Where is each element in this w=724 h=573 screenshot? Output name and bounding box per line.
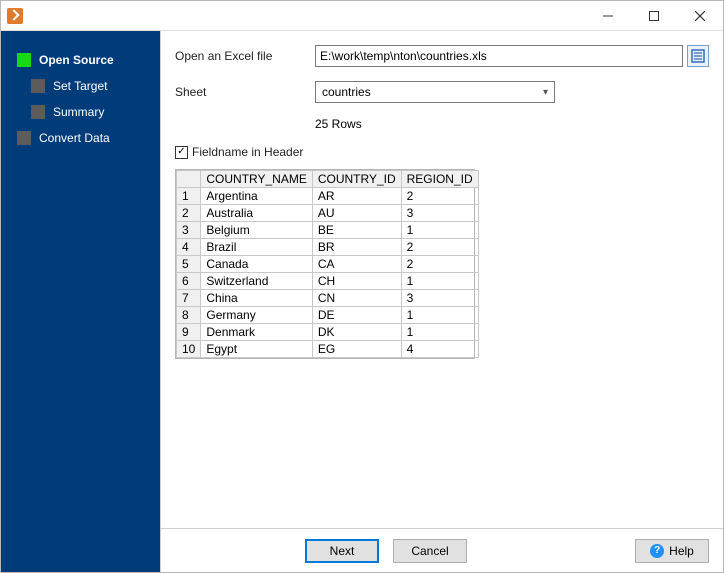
table-cell: CH — [312, 273, 401, 290]
open-file-label: Open an Excel file — [175, 49, 315, 63]
row-number: 9 — [177, 324, 201, 341]
help-button[interactable]: ? Help — [635, 539, 709, 563]
fieldname-checkbox-label: Fieldname in Header — [192, 145, 303, 159]
table-cell: Germany — [201, 307, 312, 324]
col-header[interactable]: REGION_ID — [401, 171, 478, 188]
sidebar-item-label: Open Source — [39, 53, 114, 67]
table-cell: Brazil — [201, 239, 312, 256]
step-icon — [17, 53, 31, 67]
sheet-label: Sheet — [175, 85, 315, 99]
row-number: 8 — [177, 307, 201, 324]
file-path-input[interactable] — [315, 45, 683, 67]
col-header[interactable]: COUNTRY_ID — [312, 171, 401, 188]
sidebar-item-label: Summary — [53, 105, 104, 119]
wizard-sidebar: Open Source Set Target Summary Convert D… — [1, 31, 160, 572]
maximize-button[interactable] — [631, 1, 677, 31]
table-cell: DK — [312, 324, 401, 341]
app-window: Open Source Set Target Summary Convert D… — [0, 0, 724, 573]
table-cell: 3 — [401, 205, 478, 222]
table-cell: 1 — [401, 273, 478, 290]
table-cell: Argentina — [201, 188, 312, 205]
table-cell: CA — [312, 256, 401, 273]
col-header[interactable]: COUNTRY_NAME — [201, 171, 312, 188]
sidebar-item-label: Convert Data — [39, 131, 110, 145]
row-number: 6 — [177, 273, 201, 290]
table-cell: 2 — [401, 256, 478, 273]
sheet-select-value: countries — [322, 85, 371, 99]
sidebar-item-label: Set Target — [53, 79, 107, 93]
table-cell: AU — [312, 205, 401, 222]
step-icon — [17, 131, 31, 145]
table-row[interactable]: 1ArgentinaAR2 — [177, 188, 479, 205]
table-cell: 1 — [401, 222, 478, 239]
row-number: 2 — [177, 205, 201, 222]
table-cell: 1 — [401, 324, 478, 341]
row-number: 7 — [177, 290, 201, 307]
table-corner — [177, 171, 201, 188]
table-row[interactable]: 9DenmarkDK1 — [177, 324, 479, 341]
row-number: 1 — [177, 188, 201, 205]
minimize-button[interactable] — [585, 1, 631, 31]
next-button[interactable]: Next — [305, 539, 379, 563]
close-button[interactable] — [677, 1, 723, 31]
step-icon — [31, 105, 45, 119]
table-cell: BR — [312, 239, 401, 256]
table-row[interactable]: 6SwitzerlandCH1 — [177, 273, 479, 290]
titlebar — [1, 1, 723, 31]
sheet-select[interactable]: countries ▾ — [315, 81, 555, 103]
table-row[interactable]: 7ChinaCN3 — [177, 290, 479, 307]
table-row[interactable]: 8GermanyDE1 — [177, 307, 479, 324]
button-bar: Next Cancel ? Help — [161, 528, 723, 572]
table-cell: BE — [312, 222, 401, 239]
table-cell: 1 — [401, 307, 478, 324]
row-count-label: 25 Rows — [315, 117, 362, 131]
chevron-down-icon: ▾ — [543, 87, 548, 98]
help-icon: ? — [650, 544, 664, 558]
table-cell: CN — [312, 290, 401, 307]
table-row[interactable]: 3BelgiumBE1 — [177, 222, 479, 239]
browse-button[interactable] — [687, 45, 709, 67]
table-row[interactable]: 5CanadaCA2 — [177, 256, 479, 273]
preview-table: COUNTRY_NAME COUNTRY_ID REGION_ID 1Argen… — [175, 169, 475, 359]
row-number: 5 — [177, 256, 201, 273]
table-cell: 2 — [401, 188, 478, 205]
table-row[interactable]: 10EgyptEG4 — [177, 341, 479, 358]
table-cell: Egypt — [201, 341, 312, 358]
table-cell: Denmark — [201, 324, 312, 341]
sidebar-item-open-source[interactable]: Open Source — [1, 47, 160, 73]
row-number: 10 — [177, 341, 201, 358]
table-row[interactable]: 2AustraliaAU3 — [177, 205, 479, 222]
sidebar-item-set-target[interactable]: Set Target — [1, 73, 160, 99]
sidebar-item-convert-data[interactable]: Convert Data — [1, 125, 160, 151]
cancel-button[interactable]: Cancel — [393, 539, 467, 563]
table-cell: EG — [312, 341, 401, 358]
row-number: 4 — [177, 239, 201, 256]
browse-icon — [691, 49, 705, 63]
fieldname-checkbox[interactable]: ✓ — [175, 146, 188, 159]
table-cell: AR — [312, 188, 401, 205]
app-icon — [7, 8, 23, 24]
main-panel: Open an Excel file Sheet countries ▾ 25 … — [160, 31, 723, 572]
table-cell: DE — [312, 307, 401, 324]
table-row[interactable]: 4BrazilBR2 — [177, 239, 479, 256]
table-cell: Canada — [201, 256, 312, 273]
row-number: 3 — [177, 222, 201, 239]
step-icon — [31, 79, 45, 93]
table-cell: Belgium — [201, 222, 312, 239]
sidebar-item-summary[interactable]: Summary — [1, 99, 160, 125]
table-cell: 3 — [401, 290, 478, 307]
table-cell: 2 — [401, 239, 478, 256]
table-cell: 4 — [401, 341, 478, 358]
window-controls — [585, 1, 723, 31]
table-cell: Switzerland — [201, 273, 312, 290]
table-cell: Australia — [201, 205, 312, 222]
table-cell: China — [201, 290, 312, 307]
